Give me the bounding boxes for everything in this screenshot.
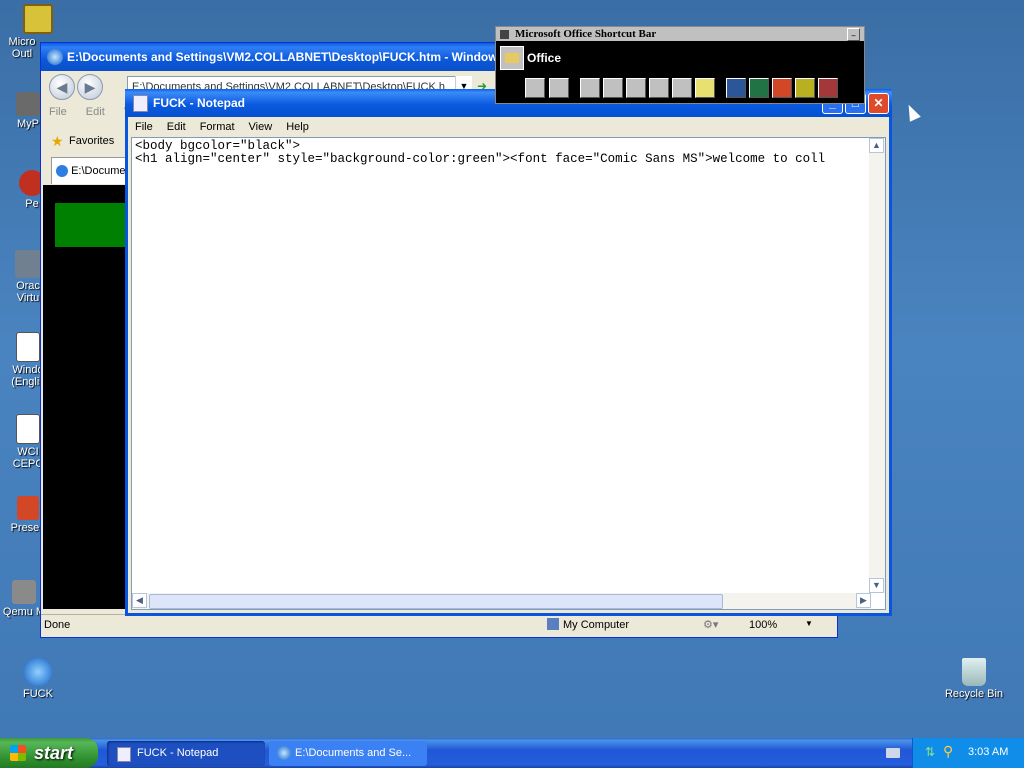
notepad-title: FUCK - Notepad (153, 96, 245, 110)
new-message-icon[interactable] (580, 78, 600, 98)
horizontal-scroll-thumb[interactable] (149, 594, 723, 609)
recycle-bin-icon (962, 658, 986, 686)
protected-mode-icon[interactable]: ⚙▾ (703, 618, 718, 631)
office-folder-label: Office (527, 51, 562, 65)
excel-icon[interactable] (749, 78, 769, 98)
taskbar-item-notepad[interactable]: FUCK - Notepad (107, 741, 265, 766)
outlook-icon (23, 4, 53, 34)
start-button[interactable]: start (0, 738, 98, 768)
mypc-icon (16, 92, 40, 116)
new-task-icon[interactable] (626, 78, 646, 98)
forward-button[interactable]: ▶ (77, 74, 103, 100)
search-icon[interactable]: ⚲ (943, 743, 953, 760)
scroll-right-button[interactable]: ▶ (856, 593, 871, 608)
menu-view[interactable]: View (242, 121, 280, 133)
menu-edit[interactable]: Edit (160, 121, 193, 133)
word-icon[interactable] (726, 78, 746, 98)
powerpoint-icon[interactable] (772, 78, 792, 98)
ie-menu-file[interactable]: File (41, 103, 75, 121)
new-office-document-icon[interactable] (525, 78, 545, 98)
horizontal-scrollbar[interactable]: ◀ ▶ (132, 593, 871, 609)
scroll-left-button[interactable]: ◀ (132, 593, 147, 608)
close-button[interactable]: ✕ (868, 93, 889, 114)
mouse-cursor-icon (903, 102, 921, 122)
document-icon (16, 332, 40, 362)
taskbar-item-ie[interactable]: E:\Documents and Se... (269, 741, 427, 766)
menu-format[interactable]: Format (193, 121, 242, 133)
taskbar: start FUCK - Notepad E:\Documents and Se… (0, 738, 1024, 768)
menu-help[interactable]: Help (279, 121, 316, 133)
code-line-2: <h1 align="center" style="background-col… (135, 152, 826, 166)
ie-page-content (43, 185, 133, 609)
notepad-menu-bar: File Edit Format View Help (128, 117, 889, 137)
system-tray: ⇅ ⚲ 3:03 AM (912, 738, 1024, 768)
zoom-level[interactable]: 100% (749, 619, 777, 631)
scroll-up-button[interactable]: ▲ (869, 138, 884, 153)
office-bar-titlebar[interactable]: Microsoft Office Shortcut Bar _ (496, 27, 864, 41)
new-journal-icon[interactable] (672, 78, 692, 98)
favorites-star-icon: ★ (51, 133, 64, 149)
menu-file[interactable]: File (128, 121, 160, 133)
security-zone: My Computer (563, 619, 630, 631)
virtualbox-icon (15, 250, 41, 278)
notepad-icon (117, 747, 131, 762)
open-office-document-icon[interactable] (549, 78, 569, 98)
computer-icon (547, 618, 559, 630)
office-bar-title: Microsoft Office Shortcut Bar (515, 28, 657, 40)
windows-logo-icon (10, 745, 26, 761)
network-icon[interactable]: ⇅ (925, 745, 935, 759)
new-contact-icon[interactable] (649, 78, 669, 98)
office-bar-icon (500, 29, 509, 39)
desktop-icon-fuck-htm[interactable]: FUCK (0, 658, 78, 700)
clock[interactable]: 3:03 AM (968, 746, 1008, 758)
powerpoint-icon (17, 496, 39, 520)
document-icon (16, 414, 40, 444)
internet-explorer-icon (47, 49, 63, 65)
new-appointment-icon[interactable] (603, 78, 623, 98)
ie-menu-edit[interactable]: Edit (78, 103, 113, 121)
office-bar-minimize-button[interactable]: _ (847, 28, 860, 41)
office-folder-button[interactable] (500, 46, 524, 70)
keyboard-icon[interactable] (886, 748, 900, 758)
folder-icon (505, 53, 519, 63)
access-icon[interactable] (818, 78, 838, 98)
internet-explorer-icon (56, 165, 68, 178)
vertical-scrollbar[interactable]: ▲ ▼ (869, 138, 885, 593)
favorites-button[interactable]: Favorites (69, 135, 114, 147)
page-heading-green-block (55, 203, 133, 247)
outlook-icon[interactable] (795, 78, 815, 98)
new-note-icon[interactable] (695, 78, 715, 98)
notepad-icon (133, 94, 148, 112)
desktop-icon-recycle-bin[interactable]: Recycle Bin (934, 658, 1014, 700)
status-text: Done (44, 619, 71, 631)
ie-status-bar: Done My Computer ⚙▾ 100% ▼ (41, 614, 837, 637)
notepad-window[interactable]: FUCK - Notepad _ □ ✕ File Edit Format Vi… (125, 89, 892, 616)
office-shortcut-bar[interactable]: Microsoft Office Shortcut Bar _ Office (495, 26, 865, 104)
ie-title: E:\Documents and Settings\VM2.COLLABNET\… (67, 50, 541, 64)
text-editor-area[interactable]: <body bgcolor="black"> <h1 align="center… (131, 137, 886, 610)
scroll-down-button[interactable]: ▼ (869, 578, 884, 593)
internet-explorer-icon (24, 658, 52, 686)
internet-explorer-icon (277, 746, 291, 760)
zoom-dropdown-icon[interactable]: ▼ (805, 619, 813, 628)
qemu-icon (12, 580, 36, 604)
back-button[interactable]: ◀ (49, 74, 75, 100)
